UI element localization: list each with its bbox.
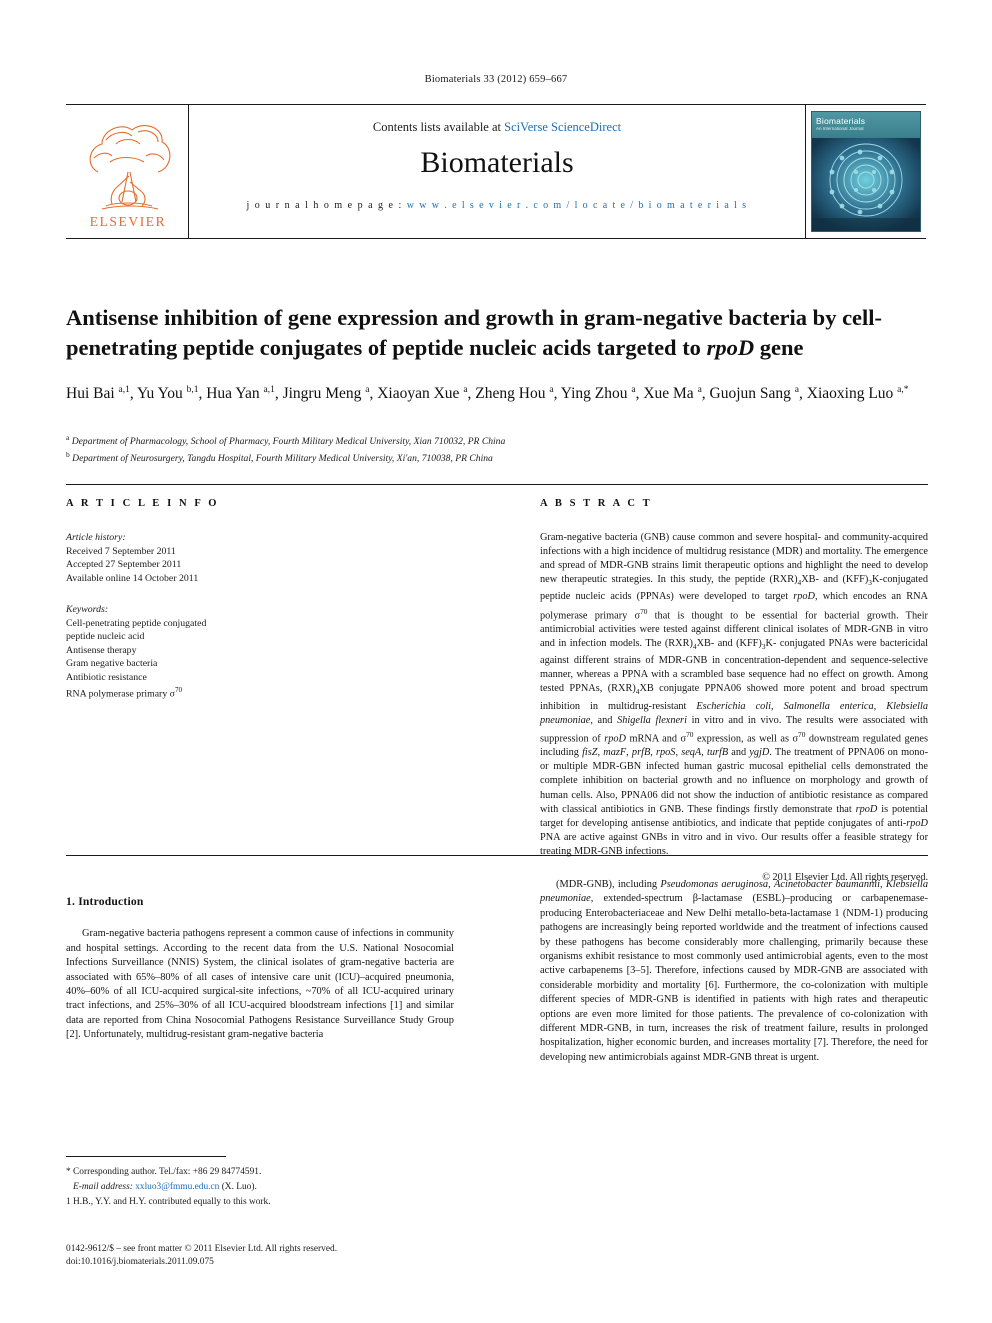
article-history-received: Received 7 September 2011 [66, 545, 176, 557]
journal-masthead: ELSEVIER Contents lists available at Sci… [66, 104, 926, 239]
cover-title: Biomaterials [816, 116, 866, 126]
author-affil-marker[interactable]: a [698, 385, 702, 395]
author-affil-marker[interactable]: b,1 [187, 385, 199, 395]
author-affil-marker[interactable]: a [795, 385, 799, 395]
keyword-item-rnap: RNA polymerase primary σ70 [66, 686, 183, 700]
contents-prefix: Contents lists available at [372, 120, 505, 134]
email-suffix: (X. Luo). [219, 1182, 257, 1193]
footnote-email: E-mail address: xxluo3@fmmu.edu.cn (X. L… [66, 1181, 466, 1194]
cover-subtitle: An International Journal [816, 126, 864, 131]
author-affil-marker[interactable]: a,1 [119, 385, 130, 395]
abstract-column: A B S T R A C T Gram-negative bacteria (… [540, 498, 928, 883]
article-info-column: A R T I C L E I N F O Article history: R… [66, 498, 316, 701]
contents-available-line: Contents lists available at SciVerse Sci… [189, 120, 805, 135]
introduction-paragraph-right: (MDR-GNB), including Pseudomonas aerugin… [540, 879, 929, 1063]
masthead-divider-right [805, 104, 806, 239]
elsevier-logo: ELSEVIER [72, 110, 184, 233]
doi-line: doi:10.1016/j.biomaterials.2011.09.075 [66, 1257, 214, 1267]
affiliation-marker-a: a [66, 433, 70, 442]
title-part-2: gene [754, 335, 804, 361]
journal-title: Biomaterials [420, 146, 574, 179]
title-italic-gene: rpoD [706, 335, 755, 361]
footnote-rule [66, 1156, 226, 1157]
homepage-prefix: j o u r n a l h o m e p a g e : [246, 200, 407, 211]
abstract-text: Gram-negative bacteria (GNB) cause commo… [540, 532, 929, 857]
affiliation-a-text: Department of Pharmacology, School of Ph… [71, 436, 506, 448]
affiliation-b-text: Department of Neurosurgery, Tangdu Hospi… [72, 452, 493, 464]
author-affil-marker[interactable]: a [365, 385, 369, 395]
author-affil-marker[interactable]: a,* [897, 385, 908, 395]
keyword-item: peptide nucleic acid [66, 631, 145, 642]
keyword-item: Cell-penetrating peptide conjugated [66, 617, 207, 629]
affiliation-b: b Department of Neurosurgery, Tangdu Hos… [66, 449, 928, 466]
journal-homepage-link[interactable]: w w w . e l s e v i e r . c o m / l o c … [407, 200, 748, 211]
affiliation-a: a Department of Pharmacology, School of … [66, 432, 928, 449]
article-history-accepted: Accepted 27 September 2011 [66, 559, 182, 570]
author-list: Hui Bai a,1, Yu You b,1, Hua Yan a,1, Ji… [66, 385, 909, 403]
abstract-heading: A B S T R A C T [540, 498, 653, 509]
email-label: E-mail address: [73, 1182, 133, 1193]
footnote-corresponding-author: * Corresponding author. Tel./fax: +86 29… [66, 1167, 262, 1177]
running-head: Biomaterials 33 (2012) 659–667 [424, 74, 568, 85]
footnote-equal-contribution: 1 H.B., Y.Y. and H.Y. contributed equall… [66, 1197, 271, 1208]
journal-cover-thumbnail: Biomaterials An International Journal [811, 111, 921, 232]
elsevier-tree-icon [89, 125, 171, 210]
cover-artwork [812, 138, 920, 231]
journal-homepage-line: j o u r n a l h o m e p a g e : w w w . … [189, 200, 805, 211]
affiliations: a Department of Pharmacology, School of … [66, 432, 928, 466]
affiliation-marker-b: b [66, 449, 70, 459]
author-affil-marker[interactable]: a [631, 385, 635, 395]
email-address-link[interactable]: xxluo3@fmmu.edu.cn [135, 1182, 219, 1192]
keywords-block: Keywords: Cell-penetrating peptide conju… [66, 603, 316, 701]
introduction-right-column: (MDR-GNB), including Pseudomonas aerugin… [540, 878, 928, 1065]
paper-title: Antisense inhibition of gene expression … [66, 303, 928, 363]
article-info-rule-top [66, 484, 928, 485]
introduction-left-column: 1. Introduction Gram-negative bacteria p… [66, 895, 454, 1043]
issn-copyright-line: 0142-9612/$ – see front matter © 2011 El… [66, 1244, 338, 1254]
author-affil-marker[interactable]: a,1 [264, 385, 275, 395]
keyword-item: Antisense therapy [66, 644, 137, 656]
author-affil-marker[interactable]: a [549, 385, 553, 395]
paper-page: Biomaterials 33 (2012) 659–667 ELSEVIER … [0, 0, 992, 1323]
article-info-heading: A R T I C L E I N F O [66, 498, 220, 509]
keywords-label: Keywords: [66, 604, 109, 615]
article-history-label: Article history: [66, 532, 126, 543]
keyword-item: Antibiotic resistance [66, 671, 147, 683]
author-affil-marker[interactable]: a [463, 385, 467, 395]
colophon: 0142-9612/$ – see front matter © 2011 El… [66, 1243, 526, 1269]
introduction-heading: 1. Introduction [66, 895, 144, 908]
sciencedirect-link[interactable]: SciVerse ScienceDirect [504, 120, 621, 134]
footnotes: * Corresponding author. Tel./fax: +86 29… [66, 1166, 466, 1212]
elsevier-wordmark: ELSEVIER [89, 214, 167, 229]
masthead-center: Contents lists available at SciVerse Sci… [189, 104, 805, 239]
keyword-item: Gram negative bacteria [66, 658, 158, 669]
article-history-online: Available online 14 October 2011 [66, 572, 199, 584]
introduction-paragraph-left: Gram-negative bacteria pathogens represe… [66, 928, 454, 1041]
